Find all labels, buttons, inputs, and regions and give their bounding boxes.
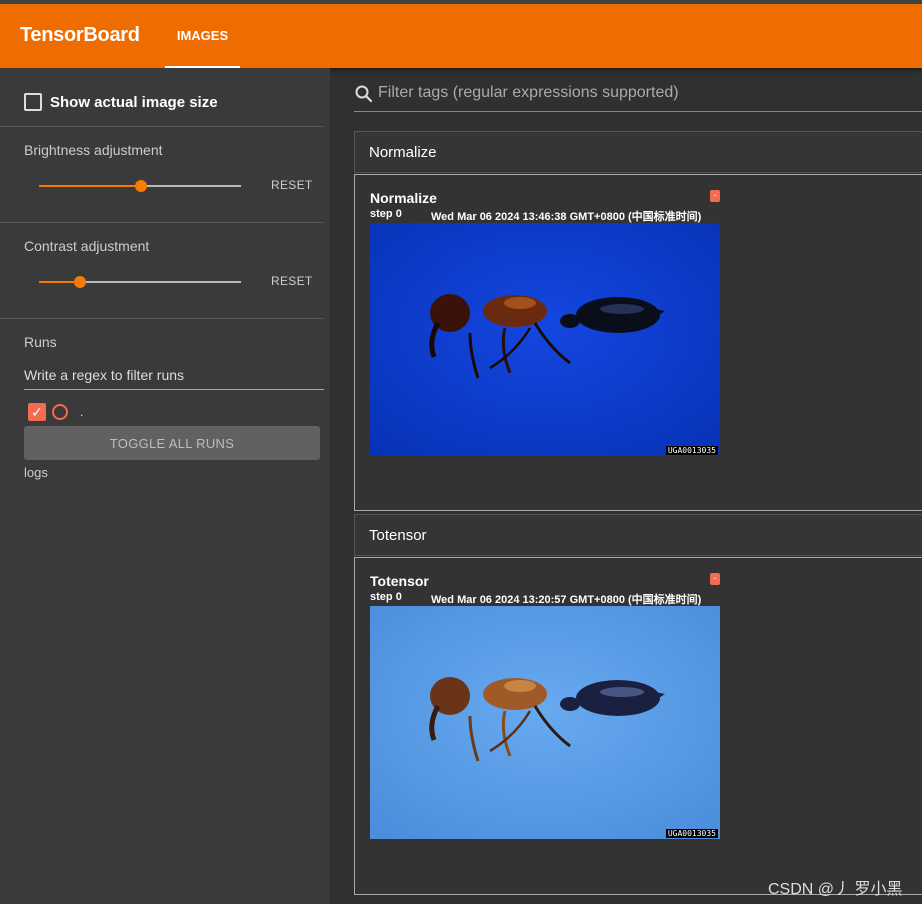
brightness-section: Brightness adjustment RESET bbox=[0, 126, 324, 223]
tab-images[interactable]: IMAGES bbox=[165, 4, 240, 68]
image-watermark-label: UGA0013035 bbox=[665, 829, 718, 838]
contrast-section: Contrast adjustment RESET bbox=[0, 222, 324, 319]
contrast-label: Contrast adjustment bbox=[24, 238, 150, 254]
card-title: Normalize bbox=[370, 190, 437, 206]
image-card-totensor: Totensor step 0 Wed Mar 06 2024 13:20:57… bbox=[354, 557, 922, 895]
card-menu-icon[interactable]: - bbox=[710, 573, 720, 585]
group-header-totensor[interactable]: Totensor bbox=[354, 514, 922, 556]
contrast-reset-button[interactable]: RESET bbox=[271, 274, 313, 288]
contrast-slider-thumb[interactable] bbox=[74, 276, 86, 288]
page-watermark: CSDN @丿 罗小黑 bbox=[768, 881, 903, 898]
ant-image bbox=[370, 223, 720, 456]
run-name: . bbox=[80, 405, 84, 419]
toggle-all-runs-button[interactable]: TOGGLE ALL RUNS bbox=[24, 426, 320, 460]
card-title: Totensor bbox=[370, 573, 429, 589]
show-actual-size-toggle[interactable]: Show actual image size bbox=[24, 93, 218, 111]
ant-image bbox=[370, 606, 720, 839]
search-icon bbox=[355, 85, 373, 103]
app-brand[interactable]: TensorBoard bbox=[20, 24, 140, 47]
runs-title: Runs bbox=[24, 334, 57, 350]
run-color-icon bbox=[52, 404, 68, 420]
card-menu-icon[interactable]: - bbox=[710, 190, 720, 202]
runs-filter-input[interactable]: Write a regex to filter runs bbox=[24, 367, 324, 390]
brightness-slider-thumb[interactable] bbox=[135, 180, 147, 192]
logdir-label: logs bbox=[24, 465, 48, 480]
group-header-normalize[interactable]: Normalize bbox=[354, 131, 922, 173]
sidebar: Show actual image size Brightness adjust… bbox=[0, 68, 330, 904]
run-checkbox[interactable]: ✓ bbox=[28, 403, 46, 421]
brightness-label: Brightness adjustment bbox=[24, 142, 163, 158]
card-step: step 0 bbox=[370, 591, 402, 603]
card-image: UGA0013035 bbox=[370, 606, 720, 839]
card-image: UGA0013035 bbox=[370, 223, 720, 456]
brightness-slider-fill bbox=[39, 185, 141, 187]
run-item[interactable]: ✓ . bbox=[28, 403, 83, 421]
brightness-reset-button[interactable]: RESET bbox=[271, 178, 313, 192]
tag-filter-input[interactable]: Filter tags (regular expressions support… bbox=[378, 84, 679, 102]
app-header: TensorBoard IMAGES bbox=[0, 4, 922, 68]
tag-filter[interactable]: Filter tags (regular expressions support… bbox=[354, 84, 922, 112]
card-timestamp: Wed Mar 06 2024 13:46:38 GMT+0800 (中国标准时… bbox=[431, 211, 702, 223]
show-actual-size-label: Show actual image size bbox=[50, 93, 218, 111]
image-size-section: Show actual image size bbox=[0, 68, 324, 127]
card-timestamp: Wed Mar 06 2024 13:20:57 GMT+0800 (中国标准时… bbox=[431, 594, 702, 606]
card-step: step 0 bbox=[370, 208, 402, 220]
image-card-normalize: Normalize step 0 Wed Mar 06 2024 13:46:3… bbox=[354, 174, 922, 511]
contrast-slider[interactable] bbox=[39, 276, 241, 288]
show-actual-size-checkbox[interactable] bbox=[24, 93, 42, 111]
brightness-slider[interactable] bbox=[39, 180, 241, 192]
image-watermark-label: UGA0013035 bbox=[665, 446, 718, 455]
